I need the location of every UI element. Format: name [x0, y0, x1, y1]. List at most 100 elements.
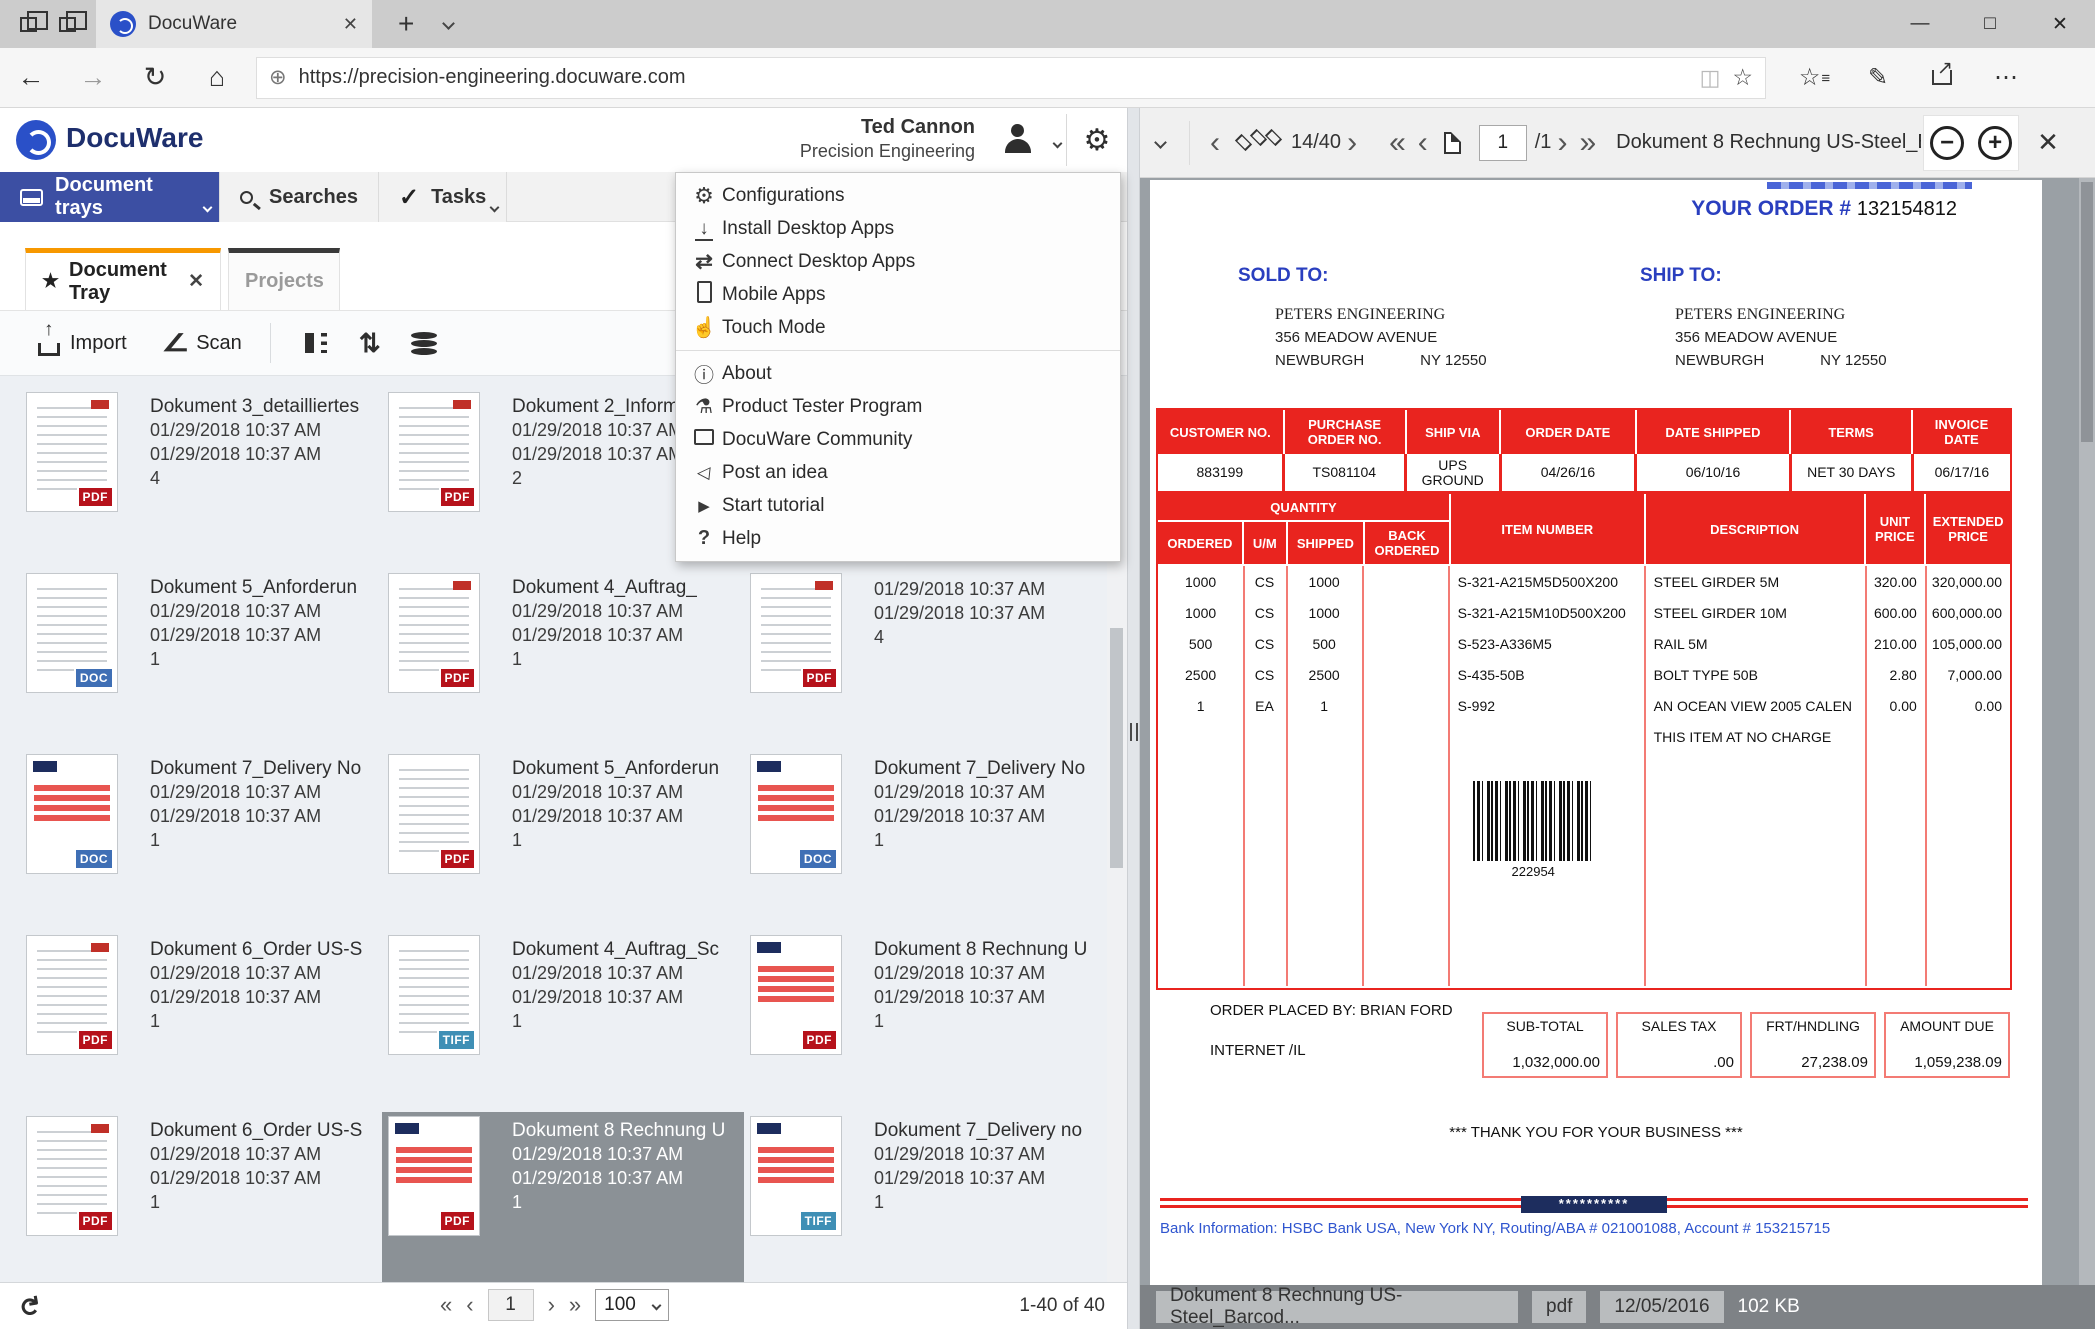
window-close-button[interactable]: ✕ [2025, 0, 2095, 48]
menu-item[interactable]: Post an idea [676, 456, 1120, 489]
next-page-icon[interactable]: › [548, 1292, 555, 1318]
tab-document-trays[interactable]: Document trays [0, 172, 220, 222]
footer-document-name[interactable]: Dokument 8 Rechnung US-Steel_Barcod... [1156, 1291, 1518, 1323]
document-item[interactable]: DOC Dokument 7_Delivery No 01/29/2018 10… [744, 750, 1106, 931]
document-item[interactable]: TIFF Dokument 4_Auftrag_Sc 01/29/2018 10… [382, 931, 744, 1112]
reading-view-icon[interactable]: ◫ [1700, 65, 1721, 91]
document-item[interactable]: PDF Dokument 8 Rechnung U 01/29/2018 10:… [744, 931, 1106, 1112]
menu-item[interactable]: Install Desktop Apps [676, 212, 1120, 245]
document-page-count: 1 [150, 828, 361, 852]
window-minimize-button[interactable]: — [1885, 0, 1955, 48]
close-icon[interactable]: ✕ [188, 270, 204, 293]
page-input[interactable]: 1 [1479, 125, 1527, 161]
tray-tab-projects[interactable]: Projects [228, 248, 340, 310]
new-tab-button[interactable]: + [398, 8, 414, 40]
page-number-box[interactable]: 1 [488, 1289, 534, 1321]
last-page-icon[interactable]: » [1579, 128, 1596, 158]
first-page-icon[interactable]: « [1389, 128, 1406, 158]
document-title: Dokument 5_Anforderun [150, 577, 357, 599]
menu-item[interactable]: Product Tester Program [676, 390, 1120, 423]
document-item[interactable]: PDF Dokument 3_detailliertes 01/29/2018 … [20, 388, 382, 569]
info-header-cell: CUSTOMER NO. [1158, 410, 1283, 454]
next-page-icon[interactable]: › [1557, 128, 1567, 158]
viewer-close-button[interactable]: ✕ [2037, 127, 2059, 158]
document-item[interactable]: DOC Dokument 7_Delivery No 01/29/2018 10… [20, 750, 382, 931]
document-item[interactable]: PDF Dokument 5_Anforderun 01/29/2018 10:… [382, 750, 744, 931]
web-note-pen-icon[interactable]: ✎ [1846, 63, 1910, 92]
refresh-icon[interactable]: ↻ [124, 62, 186, 93]
user-menu-chevron-icon[interactable] [1054, 134, 1061, 152]
filetype-badge: TIFF [799, 1210, 838, 1232]
prev-page-icon[interactable]: ‹ [466, 1292, 473, 1318]
sort-button[interactable]: ⇅ [343, 319, 397, 367]
document-item[interactable]: DOC Dokument 5_Anforderun 01/29/2018 10:… [20, 569, 382, 750]
import-button[interactable]: Import [38, 331, 127, 356]
menu-item[interactable]: Touch Mode [676, 311, 1120, 344]
zoom-out-button[interactable]: − [1930, 126, 1964, 160]
document-meta: Dokument 7_Delivery No 01/29/2018 10:37 … [150, 754, 361, 927]
hub-icon[interactable]: ☆ [1782, 63, 1846, 92]
user-avatar-icon[interactable] [1003, 124, 1033, 154]
url-text[interactable]: https://precision-engineering.docuware.c… [299, 66, 1688, 89]
document-page-count: 1 [512, 1190, 725, 1214]
favorite-star-icon[interactable]: ☆ [1732, 64, 1753, 91]
store-button[interactable] [397, 319, 451, 367]
menu-item[interactable]: Configurations [676, 179, 1120, 212]
menu-item[interactable]: DocuWare Community [676, 423, 1120, 456]
tab-list-chevron-icon[interactable] [444, 15, 453, 33]
share-icon[interactable] [1910, 64, 1974, 92]
page-total: /1 [1535, 131, 1552, 154]
per-page-select[interactable]: 100 [595, 1289, 669, 1321]
menu-item[interactable]: Start tutorial [676, 489, 1120, 522]
forward-icon[interactable]: → [62, 62, 124, 93]
document-item[interactable]: PDF 01/29/2018 10:37 AM 01/29/2018 10:37… [744, 569, 1106, 750]
home-icon[interactable]: ⌂ [186, 62, 248, 93]
viewer-scrollbar[interactable] [2079, 178, 2095, 1285]
tab-close-icon[interactable]: ✕ [343, 14, 358, 35]
set-tabs-aside-icon[interactable] [59, 17, 76, 32]
tray-tab-document-tray[interactable]: ★ Document Tray ✕ [25, 248, 221, 310]
tray-scrollbar-thumb[interactable] [1110, 628, 1123, 868]
splitter-grip[interactable] [1130, 723, 1138, 741]
url-field[interactable]: ⊕ https://precision-engineering.docuware… [256, 57, 1766, 99]
tab-searches[interactable]: Searches [220, 172, 379, 222]
tab-tasks[interactable]: ✓ Tasks [379, 172, 507, 222]
footer-date[interactable]: 12/05/2016 [1600, 1291, 1723, 1323]
settings-gear-button[interactable]: ⚙ [1067, 108, 1127, 172]
document-item[interactable]: PDF Dokument 6_Order US-S 01/29/2018 10:… [20, 1112, 382, 1293]
pane-splitter[interactable] [1127, 108, 1140, 1329]
menu-item[interactable]: About [676, 357, 1120, 390]
list-view-button[interactable] [289, 319, 343, 367]
document-title: Dokument 8 Rechnung U [874, 939, 1087, 961]
zoom-in-button[interactable]: + [1978, 126, 2012, 160]
last-page-icon[interactable]: » [569, 1292, 581, 1318]
more-options-icon[interactable]: ⋯ [1974, 63, 2038, 92]
viewer-menu-chevron-icon[interactable] [1156, 138, 1165, 147]
scan-button[interactable]: ∠ Scan [165, 329, 242, 358]
filetype-badge: PDF [439, 848, 477, 870]
filetype-badge: TIFF [437, 1029, 476, 1051]
document-stored-date: 01/29/2018 10:37 AM [512, 1142, 725, 1166]
footer-filetype[interactable]: pdf [1532, 1291, 1586, 1323]
document-item[interactable]: PDF Dokument 8 Rechnung U 01/29/2018 10:… [382, 1112, 744, 1293]
prev-document-icon[interactable]: ‹ [1210, 128, 1220, 158]
menu-item[interactable]: Help [676, 522, 1120, 555]
menu-item[interactable]: Connect Desktop Apps [676, 245, 1120, 278]
document-item[interactable]: PDF Dokument 6_Order US-S 01/29/2018 10:… [20, 931, 382, 1112]
menu-item[interactable]: Mobile Apps [676, 278, 1120, 311]
filetype-badge: DOC [74, 848, 114, 870]
document-item[interactable]: PDF Dokument 4_Auftrag_ 01/29/2018 10:37… [382, 569, 744, 750]
first-page-icon[interactable]: « [440, 1292, 452, 1318]
document-item[interactable]: TIFF Dokument 7_Delivery no 01/29/2018 1… [744, 1112, 1106, 1293]
filetype-badge: PDF [439, 486, 477, 508]
window-maximize-button[interactable]: □ [1955, 0, 2025, 48]
next-document-icon[interactable]: › [1347, 128, 1357, 158]
refresh-icon[interactable]: ↻ [12, 1293, 46, 1320]
back-icon[interactable]: ← [0, 62, 62, 93]
docuware-favicon [110, 11, 136, 37]
viewer-scrollbar-thumb[interactable] [2081, 182, 2093, 442]
prev-page-icon[interactable]: ‹ [1418, 128, 1428, 158]
document-meta: Dokument 2_Informat 01/29/2018 10:37 AM … [512, 392, 695, 565]
tab-preview-icon[interactable] [20, 17, 37, 32]
browser-tab[interactable]: DocuWare ✕ [96, 0, 372, 48]
